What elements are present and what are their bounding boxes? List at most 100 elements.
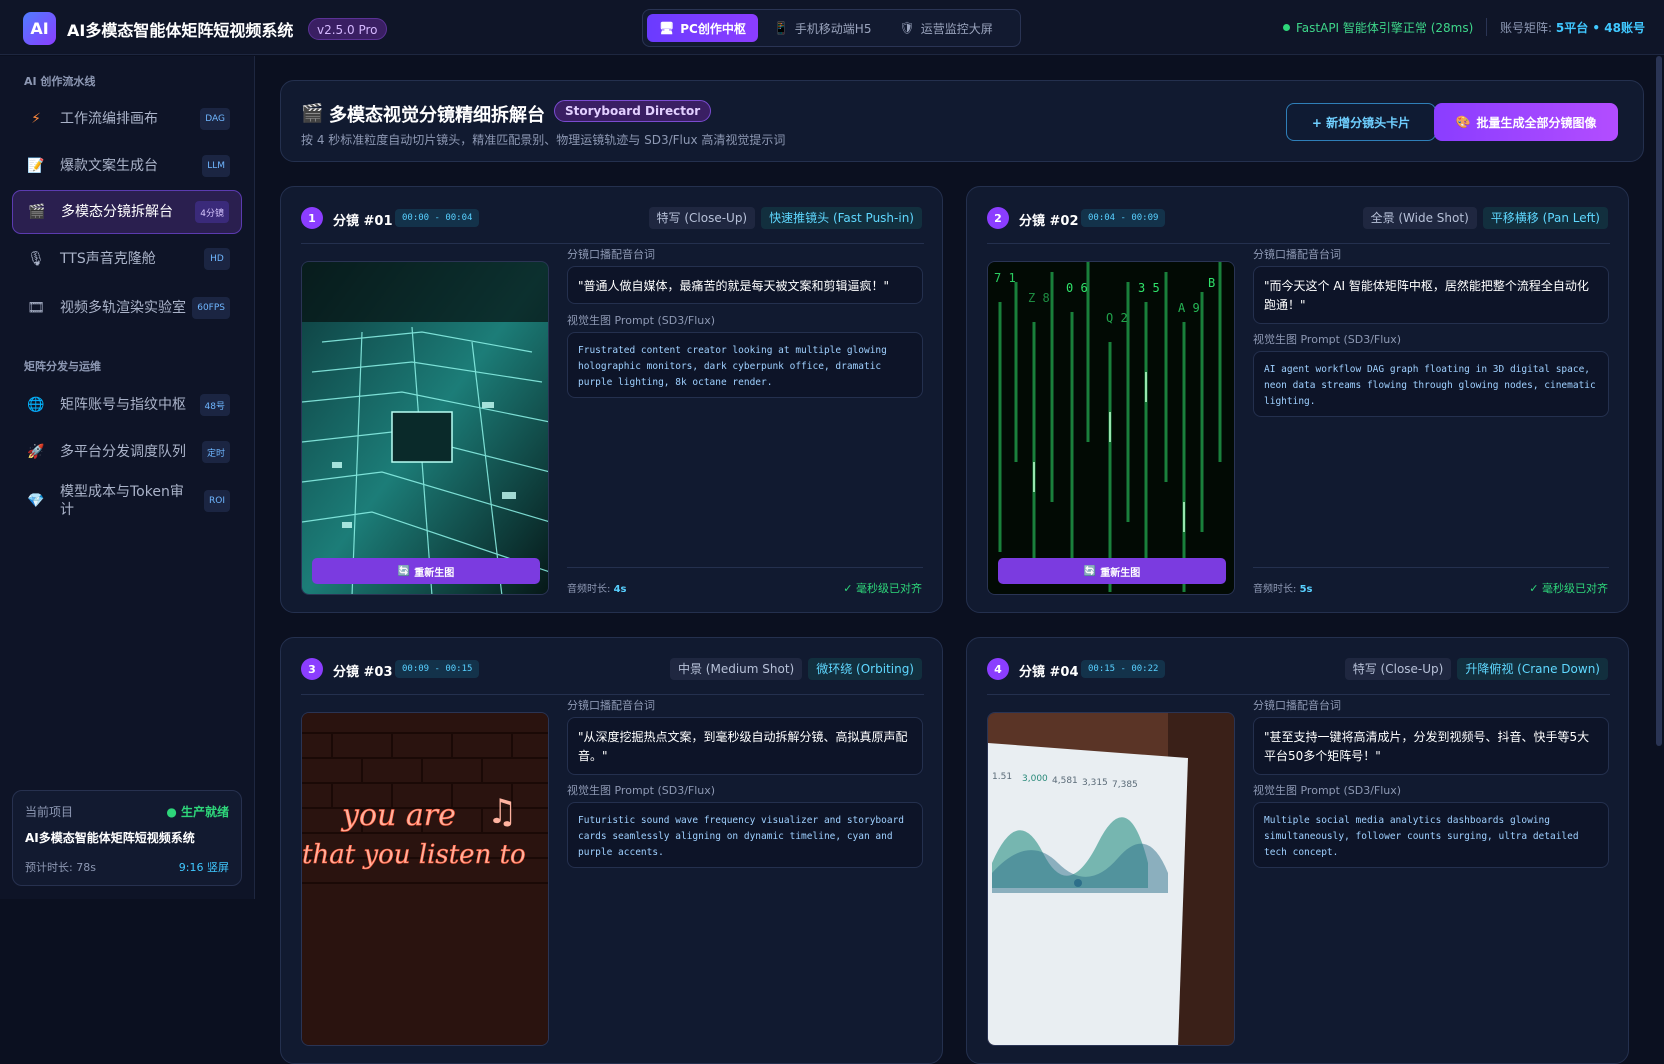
svg-text:7 1: 7 1 xyxy=(994,271,1016,285)
shot-timecode: 00:09 - 00:15 xyxy=(395,660,480,678)
shot-image: 7 1 Z 8 0 6 Q 2 3 5 A 9 B 🔄 重新生图 xyxy=(987,261,1235,595)
voice-label: 分镜口播配音台词 xyxy=(1253,248,1341,261)
project-ratio: 9:16 竖屏 xyxy=(178,861,229,874)
prompt-text[interactable]: Frustrated content creator looking at mu… xyxy=(567,332,923,398)
sidebar-item-tts[interactable]: 🎙 TTS声音克隆舱 HD xyxy=(12,237,242,281)
shot-image: 🔄 重新生图 xyxy=(301,261,549,595)
app-title: AI多模态智能体矩阵短视频系统 xyxy=(67,21,294,40)
shot-timecode: 00:04 - 00:09 xyxy=(1081,209,1166,227)
shot-size-tag[interactable]: 特写 (Close-Up) xyxy=(1344,658,1452,680)
prompt-text[interactable]: AI agent workflow DAG graph floating in … xyxy=(1253,351,1609,417)
badge: DAG xyxy=(200,108,230,130)
prompt-text[interactable]: Futuristic sound wave frequency visualiz… xyxy=(567,802,923,868)
palette-icon: 🎨 xyxy=(1455,115,1471,129)
shot-timecode: 00:15 - 00:22 xyxy=(1081,660,1166,678)
badge: 4分镜 xyxy=(195,201,229,223)
svg-text:Z 8: Z 8 xyxy=(1028,291,1050,305)
scrollbar[interactable] xyxy=(1656,56,1662,746)
sidebar-section-pipeline: AI 创作流水线 xyxy=(24,75,96,88)
badge: ROI xyxy=(204,490,230,512)
circuit-board-image xyxy=(302,262,548,594)
sidebar-item-storyboard[interactable]: 🎬 多模态分镜拆解台 4分镜 xyxy=(12,190,242,234)
tab-monitor[interactable]: 🛡 运营监控大屏 xyxy=(887,14,1004,42)
regenerate-button[interactable]: 🔄 重新生图 xyxy=(312,558,540,584)
divider xyxy=(301,243,924,244)
camera-move-tag[interactable]: 快速推镜头 (Fast Push-in) xyxy=(761,207,922,229)
voice-label: 分镜口播配音台词 xyxy=(567,699,655,712)
neon-text-1: you are xyxy=(340,798,456,833)
clapper-icon: 🎬 xyxy=(28,204,46,220)
dashboard-number: 3,000 xyxy=(1022,774,1048,784)
sidebar-item-copywriting[interactable]: 📝 爆款文案生成台 LLM xyxy=(12,144,242,188)
badge: HD xyxy=(204,248,230,270)
dashboard-number: 3,315 xyxy=(1082,778,1108,788)
badge: 60FPS xyxy=(192,297,230,319)
divider xyxy=(1486,18,1487,36)
refresh-icon: 🔄 xyxy=(1083,565,1097,577)
sidebar-item-distribution[interactable]: 🚀 多平台分发调度队列 定时 xyxy=(12,430,242,474)
shot-card-4: 4 分镜 #04 00:15 - 00:22 特写 (Close-Up) 升降俯… xyxy=(966,637,1629,1064)
camera-move-tag[interactable]: 微环绕 (Orbiting) xyxy=(808,658,922,680)
shot-timecode: 00:00 - 00:04 xyxy=(395,209,480,227)
prompt-text[interactable]: Multiple social media analytics dashboar… xyxy=(1253,802,1609,868)
film-icon: 🎞 xyxy=(27,300,45,316)
sidebar-item-render[interactable]: 🎞 视频多轨渲染实验室 60FPS xyxy=(12,283,242,333)
analytics-laptop-image: 1.51 3,000 4,581 3,315 7,385 xyxy=(988,713,1234,1045)
voice-text[interactable]: "甚至支持一键将高清成片，分发到视频号、抖音、快手等5大平台50多个矩阵号！" xyxy=(1253,717,1609,775)
shot-size-tag[interactable]: 全景 (Wide Shot) xyxy=(1362,207,1477,229)
shot-image: 1.51 3,000 4,581 3,315 7,385 xyxy=(987,712,1235,1046)
neon-sign-image: you are ♫ that you listen to xyxy=(302,713,548,1045)
voice-text[interactable]: "而今天这个 AI 智能体矩阵中枢，居然能把整个流程全自动化跑通！" xyxy=(1253,266,1609,324)
neon-text-2: that you listen to xyxy=(302,840,526,870)
voice-text[interactable]: "普通人做自媒体，最痛苦的就是每天被文案和剪辑逼疯！" xyxy=(567,266,923,304)
camera-move-tag[interactable]: 升降俯视 (Crane Down) xyxy=(1457,658,1608,680)
project-name: AI多模态智能体矩阵短视频系统 xyxy=(25,831,195,845)
add-shot-button[interactable]: + 新增分镜头卡片 xyxy=(1286,103,1436,141)
shot-title: 分镜 #03 xyxy=(333,665,393,680)
shot-size-tag[interactable]: 中景 (Medium Shot) xyxy=(669,658,803,680)
project-status: ● 生产就绪 xyxy=(166,805,229,819)
svg-text:A 9: A 9 xyxy=(1178,301,1200,315)
matrix-summary: 账号矩阵: 5平台 • 48账号 xyxy=(1500,21,1645,35)
badge: LLM xyxy=(202,155,230,177)
shot-number: 1 xyxy=(301,207,323,229)
tab-pc[interactable]: 🖥 PC创作中枢 xyxy=(647,14,758,42)
top-bar: AI AI多模态智能体矩阵短视频系统 v2.5.0 Pro 🖥 PC创作中枢 📱 手… xyxy=(0,0,1664,55)
gem-icon: 💎 xyxy=(27,493,45,509)
svg-text:B: B xyxy=(1208,276,1215,290)
matrix-rain-image: 7 1 Z 8 0 6 Q 2 3 5 A 9 B xyxy=(988,262,1234,594)
engine-status: FastAPI 智能体引擎正常 (28ms) xyxy=(1283,19,1473,36)
project-duration: 预计时长: 78s xyxy=(25,861,96,874)
badge: 48号 xyxy=(199,394,230,416)
divider xyxy=(1253,567,1609,568)
divider xyxy=(301,694,924,695)
tab-mobile[interactable]: 📱 手机移动端H5 xyxy=(762,14,884,42)
shot-tags: 特写 (Close-Up) 快速推镜头 (Fast Push-in) xyxy=(648,207,922,229)
shot-card-1: 1 分镜 #01 00:00 - 00:04 特写 (Close-Up) 快速推… xyxy=(280,186,943,613)
regenerate-button[interactable]: 🔄 重新生图 xyxy=(998,558,1226,584)
svg-text:0 6: 0 6 xyxy=(1066,281,1088,295)
dashboard-number: 7,385 xyxy=(1112,780,1138,790)
sidebar-item-workflow[interactable]: ⚡ 工作流编排画布 DAG xyxy=(12,97,242,141)
voice-text[interactable]: "从深度挖掘热点文案，到毫秒级自动拆解分镜、高拟真原声配音。" xyxy=(567,717,923,775)
prompt-label: 视觉生图 Prompt (SD3/Flux) xyxy=(567,784,716,797)
sidebar-item-accounts[interactable]: 🌐 矩阵账号与指纹中枢 48号 xyxy=(12,383,242,427)
lightning-icon: ⚡ xyxy=(31,111,41,127)
storyboard-header: 🎬 多模态视觉分镜精细拆解台 Storyboard Director 按 4 秒… xyxy=(280,80,1644,162)
shot-size-tag[interactable]: 特写 (Close-Up) xyxy=(648,207,756,229)
app-logo: AI xyxy=(23,12,56,45)
status-dot-icon xyxy=(1283,24,1290,31)
shot-number: 4 xyxy=(987,658,1009,680)
sidebar-item-cost[interactable]: 💎 模型成本与Token审计 ROI xyxy=(12,476,242,526)
shot-title: 分镜 #01 xyxy=(333,214,393,229)
divider xyxy=(567,567,923,568)
clapper-icon: 🎬 xyxy=(301,103,324,124)
batch-generate-button[interactable]: 🎨 批量生成全部分镜图像 xyxy=(1434,103,1618,141)
camera-move-tag[interactable]: 平移横移 (Pan Left) xyxy=(1482,207,1608,229)
shot-number: 2 xyxy=(987,207,1009,229)
prompt-label: 视觉生图 Prompt (SD3/Flux) xyxy=(1253,784,1402,797)
shot-image: you are ♫ that you listen to xyxy=(301,712,549,1046)
voice-label: 分镜口播配音台词 xyxy=(1253,699,1341,712)
aligned-status: ✓ 毫秒级已对齐 xyxy=(843,582,922,595)
divider xyxy=(987,243,1610,244)
